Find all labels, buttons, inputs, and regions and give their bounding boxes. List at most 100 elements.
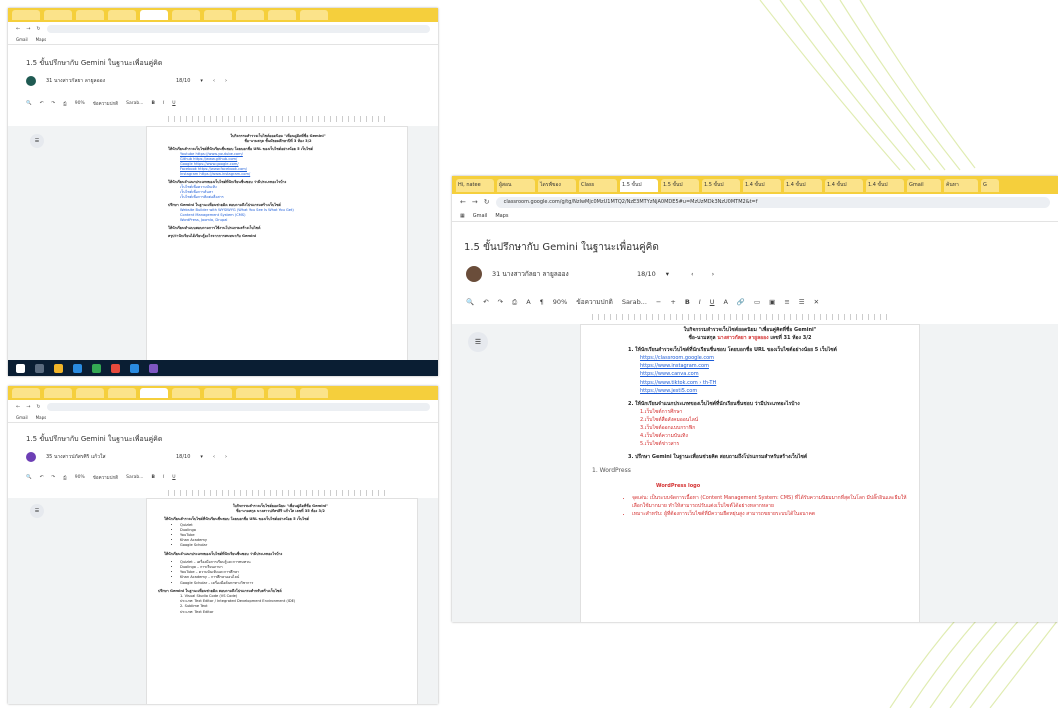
italic-icon[interactable]: I xyxy=(699,298,701,306)
style-select[interactable]: ข้อความปกติ xyxy=(93,100,118,107)
underline-icon[interactable]: U xyxy=(710,298,715,306)
browser-tab[interactable]: Class xyxy=(579,178,617,192)
browser-tab[interactable]: ผู้สอน xyxy=(497,178,535,192)
browser-tab[interactable] xyxy=(44,388,72,398)
link-item[interactable]: https://www.jesti5.com xyxy=(640,387,908,395)
browser-tab[interactable]: 1.4 ขั้นป xyxy=(866,178,904,192)
browser-tab[interactable]: 1.4 ขั้นป xyxy=(784,178,822,192)
bookmark-gmail[interactable]: Gmail xyxy=(16,37,28,42)
next-icon[interactable]: › xyxy=(225,78,227,84)
bookmark-maps[interactable]: Maps xyxy=(36,415,47,420)
browser-tab[interactable] xyxy=(76,10,104,20)
outline-icon[interactable]: ☰ xyxy=(30,504,44,518)
windows-start-icon[interactable] xyxy=(16,363,25,373)
underline-icon[interactable]: U xyxy=(172,475,175,480)
browser-tab[interactable] xyxy=(204,388,232,398)
browser-tab[interactable]: 1.5 ขั้นป xyxy=(702,178,740,192)
browser-tab[interactable]: 1.5 ขั้นป xyxy=(661,178,699,192)
app-icon[interactable] xyxy=(54,363,63,373)
outline-icon[interactable]: ☰ xyxy=(30,134,44,148)
browser-tab[interactable] xyxy=(300,10,328,20)
apps-icon[interactable]: ▦ xyxy=(460,213,465,219)
font-size-plus[interactable]: + xyxy=(670,298,675,306)
bookmark-maps[interactable]: Maps xyxy=(495,213,508,219)
reload-icon[interactable]: ↻ xyxy=(484,198,490,206)
app-icon[interactable] xyxy=(73,363,82,373)
chevron-down-icon[interactable]: ▾ xyxy=(666,270,669,278)
font-select[interactable]: Sarab... xyxy=(622,298,647,306)
browser-tab[interactable] xyxy=(44,10,72,20)
bookmark-gmail[interactable]: Gmail xyxy=(16,415,28,420)
redo-icon[interactable]: ↷ xyxy=(51,101,55,106)
url-field[interactable]: classroom.google.com/g/tg/NzIwMjc0MzU1MT… xyxy=(495,196,1050,208)
browser-tab[interactable]: ค้นหา xyxy=(944,178,978,192)
app-icon[interactable] xyxy=(130,363,139,373)
style-select[interactable]: ข้อความปกติ xyxy=(93,474,118,481)
bold-icon[interactable]: B xyxy=(685,298,690,306)
image-icon[interactable]: ▣ xyxy=(769,298,775,306)
browser-tab[interactable]: ไดรฟ์ของ xyxy=(538,178,576,192)
browser-tab[interactable] xyxy=(172,388,200,398)
list-icon[interactable]: ☰ xyxy=(799,298,805,306)
clear-format-icon[interactable]: ✕ xyxy=(814,298,819,306)
browser-tab-active[interactable] xyxy=(140,10,168,20)
link-item[interactable]: https://classroom.google.com xyxy=(640,354,908,362)
font-select[interactable]: Sarab... xyxy=(126,475,143,480)
date-selector[interactable]: 18/10 xyxy=(637,270,656,278)
link-icon[interactable]: 🔗 xyxy=(737,298,745,306)
undo-icon[interactable]: ↶ xyxy=(40,101,44,106)
browser-tab[interactable] xyxy=(236,388,264,398)
browser-tab[interactable] xyxy=(268,10,296,20)
back-icon[interactable]: ← xyxy=(460,198,466,206)
comment-icon[interactable]: ▭ xyxy=(754,298,760,306)
chevron-down-icon[interactable]: ▾ xyxy=(200,454,203,460)
underline-icon[interactable]: U xyxy=(172,101,175,106)
align-icon[interactable]: ≡ xyxy=(784,298,789,306)
zoom-select[interactable]: 90% xyxy=(75,475,85,480)
print-icon[interactable]: ⎙ xyxy=(63,101,67,107)
font-select[interactable]: Sarab... xyxy=(126,101,143,106)
font-size-minus[interactable]: − xyxy=(656,298,661,306)
browser-tab[interactable]: 1.4 ขั้นป xyxy=(743,178,781,192)
back-icon[interactable]: ← xyxy=(16,26,20,32)
link-item[interactable]: https://www.tiktok.com › th-TH xyxy=(640,379,908,387)
browser-tab[interactable] xyxy=(108,388,136,398)
back-icon[interactable]: ← xyxy=(16,404,20,410)
browser-tab[interactable] xyxy=(268,388,296,398)
browser-tab[interactable] xyxy=(204,10,232,20)
prev-icon[interactable]: ‹ xyxy=(213,454,215,460)
zoom-select[interactable]: 90% xyxy=(553,298,567,306)
date-selector[interactable]: 18/10 xyxy=(176,454,190,460)
url-field[interactable] xyxy=(46,402,430,411)
italic-icon[interactable]: I xyxy=(163,475,164,480)
link-item[interactable]: Instagram https://www.instagram.com/ xyxy=(180,172,388,177)
url-field[interactable] xyxy=(46,24,430,33)
undo-icon[interactable]: ↶ xyxy=(40,475,44,480)
forward-icon[interactable]: → xyxy=(26,404,30,410)
bold-icon[interactable]: B xyxy=(151,101,154,106)
browser-tab[interactable]: Hi, natee xyxy=(456,178,494,192)
app-icon[interactable] xyxy=(111,363,120,373)
undo-icon[interactable]: ↶ xyxy=(483,298,488,306)
browser-tab[interactable] xyxy=(108,10,136,20)
browser-tab[interactable] xyxy=(300,388,328,398)
browser-tab-active[interactable]: 1.5 ขั้นป xyxy=(620,178,658,192)
search-icon[interactable] xyxy=(35,363,44,373)
zoom-select[interactable]: 90% xyxy=(75,101,85,106)
style-select[interactable]: ข้อความปกติ xyxy=(576,297,613,307)
link-item[interactable]: https://www.instagram.com xyxy=(640,362,908,370)
prev-icon[interactable]: ‹ xyxy=(213,78,215,84)
browser-tab-active[interactable] xyxy=(140,388,168,398)
next-icon[interactable]: › xyxy=(225,454,227,460)
browser-tab[interactable] xyxy=(12,10,40,20)
print-icon[interactable]: ⎙ xyxy=(63,475,67,481)
search-icon[interactable]: 🔍 xyxy=(26,475,32,480)
paint-format-icon[interactable]: ¶ xyxy=(540,298,544,306)
reload-icon[interactable]: ↻ xyxy=(36,26,40,32)
app-icon[interactable] xyxy=(92,363,101,373)
search-icon[interactable]: 🔍 xyxy=(466,298,474,306)
browser-tab[interactable] xyxy=(76,388,104,398)
chevron-down-icon[interactable]: ▾ xyxy=(200,78,203,84)
app-icon[interactable] xyxy=(149,363,158,373)
reload-icon[interactable]: ↻ xyxy=(36,404,40,410)
